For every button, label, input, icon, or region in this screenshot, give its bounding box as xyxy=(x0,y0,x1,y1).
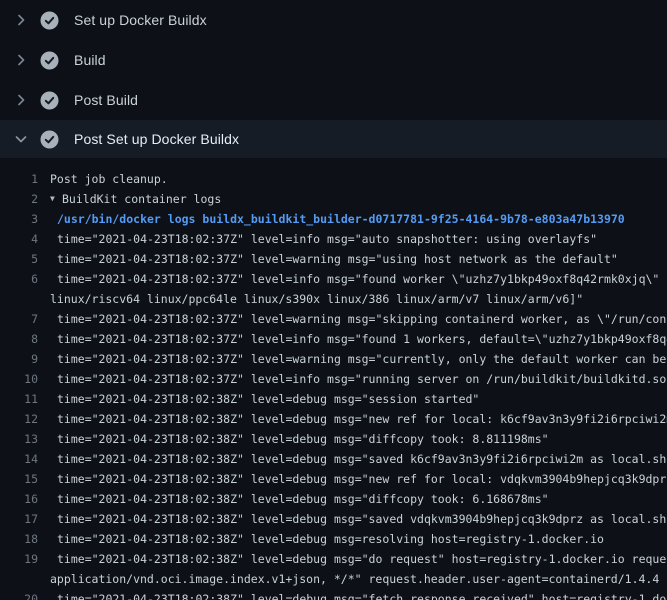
line-number[interactable]: 17 xyxy=(0,509,38,529)
log-text: time="2021-04-23T18:02:38Z" level=debug … xyxy=(57,589,667,600)
log-area: 1 Post job cleanup. 2 ▼ BuildKit contain… xyxy=(0,158,667,600)
line-number[interactable]: 6 xyxy=(0,269,38,289)
log-text: Post job cleanup. xyxy=(50,169,168,189)
chevron-right-icon xyxy=(12,91,30,109)
step-list: Set up Docker Buildx Build Post Build xyxy=(0,0,667,158)
log-row: 12 time="2021-04-23T18:02:38Z" level=deb… xyxy=(0,409,667,429)
line-number[interactable]: 9 xyxy=(0,349,38,369)
chevron-down-icon xyxy=(12,130,30,148)
log-row: 10 time="2021-04-23T18:02:37Z" level=inf… xyxy=(0,369,667,389)
log-row: 9 time="2021-04-23T18:02:37Z" level=warn… xyxy=(0,349,667,369)
check-circle-icon xyxy=(40,51,59,70)
log-text: time="2021-04-23T18:02:37Z" level=info m… xyxy=(57,229,597,249)
log-text: time="2021-04-23T18:02:38Z" level=debug … xyxy=(57,549,667,569)
line-number[interactable]: 12 xyxy=(0,409,38,429)
chevron-right-icon xyxy=(12,51,30,69)
line-number[interactable]: 10 xyxy=(0,369,38,389)
line-number[interactable]: 15 xyxy=(0,469,38,489)
log-text: /usr/bin/docker logs buildx_buildkit_bui… xyxy=(57,209,625,229)
log-text: time="2021-04-23T18:02:37Z" level=warnin… xyxy=(57,309,667,329)
log-text: time="2021-04-23T18:02:37Z" level=info m… xyxy=(57,329,667,349)
line-number[interactable]: 14 xyxy=(0,449,38,469)
line-number[interactable]: 18 xyxy=(0,529,38,549)
step-header-post-build[interactable]: Post Build xyxy=(0,80,667,120)
log-text: time="2021-04-23T18:02:37Z" level=warnin… xyxy=(57,249,618,269)
triangle-down-icon[interactable]: ▼ xyxy=(50,189,62,209)
log-row: 17 time="2021-04-23T18:02:38Z" level=deb… xyxy=(0,509,667,529)
log-text: application/vnd.oci.image.index.v1+json,… xyxy=(50,569,659,589)
line-number[interactable]: 13 xyxy=(0,429,38,449)
log-text: linux/riscv64 linux/ppc64le linux/s390x … xyxy=(50,289,583,309)
line-number[interactable]: 19 xyxy=(0,549,38,569)
log-text: time="2021-04-23T18:02:38Z" level=debug … xyxy=(57,489,549,509)
line-number xyxy=(0,289,38,309)
log-text: time="2021-04-23T18:02:38Z" level=debug … xyxy=(57,469,667,489)
log-text: time="2021-04-23T18:02:37Z" level=info m… xyxy=(57,369,667,389)
log-row: 13 time="2021-04-23T18:02:38Z" level=deb… xyxy=(0,429,667,449)
log-text: time="2021-04-23T18:02:38Z" level=debug … xyxy=(57,449,667,469)
log-text: time="2021-04-23T18:02:38Z" level=debug … xyxy=(57,509,667,529)
check-circle-icon xyxy=(40,11,59,30)
log-text: time="2021-04-23T18:02:38Z" level=debug … xyxy=(57,389,479,409)
line-number[interactable]: 8 xyxy=(0,329,38,349)
log-text: time="2021-04-23T18:02:38Z" level=debug … xyxy=(57,529,604,549)
line-number xyxy=(0,569,38,589)
log-text: time="2021-04-23T18:02:38Z" level=debug … xyxy=(57,429,549,449)
log-row: linux/riscv64 linux/ppc64le linux/s390x … xyxy=(0,289,667,309)
log-text: time="2021-04-23T18:02:38Z" level=debug … xyxy=(57,409,667,429)
log-row: 7 time="2021-04-23T18:02:37Z" level=warn… xyxy=(0,309,667,329)
line-number[interactable]: 20 xyxy=(0,589,38,600)
line-number[interactable]: 16 xyxy=(0,489,38,509)
log-row: 20 time="2021-04-23T18:02:38Z" level=deb… xyxy=(0,589,667,600)
line-number[interactable]: 2 xyxy=(0,189,38,209)
check-circle-icon xyxy=(40,130,59,149)
actions-log-panel: Set up Docker Buildx Build Post Build xyxy=(0,0,667,600)
log-row: 6 time="2021-04-23T18:02:37Z" level=info… xyxy=(0,269,667,289)
log-row: application/vnd.oci.image.index.v1+json,… xyxy=(0,569,667,589)
step-label: Build xyxy=(74,52,106,68)
step-label: Post Set up Docker Buildx xyxy=(74,131,239,147)
line-number[interactable]: 7 xyxy=(0,309,38,329)
line-number[interactable]: 3 xyxy=(0,209,38,229)
line-number[interactable]: 1 xyxy=(0,169,38,189)
log-row: 16 time="2021-04-23T18:02:38Z" level=deb… xyxy=(0,489,667,509)
log-row: 8 time="2021-04-23T18:02:37Z" level=info… xyxy=(0,329,667,349)
step-label: Post Build xyxy=(74,92,138,108)
line-number[interactable]: 11 xyxy=(0,389,38,409)
line-number[interactable]: 4 xyxy=(0,229,38,249)
step-header-set-up-docker-buildx[interactable]: Set up Docker Buildx xyxy=(0,0,667,40)
log-text: time="2021-04-23T18:02:37Z" level=warnin… xyxy=(57,349,667,369)
line-number[interactable]: 5 xyxy=(0,249,38,269)
log-row: 19 time="2021-04-23T18:02:38Z" level=deb… xyxy=(0,549,667,569)
log-row: 11 time="2021-04-23T18:02:38Z" level=deb… xyxy=(0,389,667,409)
log-row: 5 time="2021-04-23T18:02:37Z" level=warn… xyxy=(0,249,667,269)
log-text: time="2021-04-23T18:02:37Z" level=info m… xyxy=(57,269,667,289)
step-label: Set up Docker Buildx xyxy=(74,12,207,28)
step-header-build[interactable]: Build xyxy=(0,40,667,80)
log-row: 4 time="2021-04-23T18:02:37Z" level=info… xyxy=(0,229,667,249)
log-row: 18 time="2021-04-23T18:02:38Z" level=deb… xyxy=(0,529,667,549)
log-row: 2 ▼ BuildKit container logs xyxy=(0,189,667,209)
check-circle-icon xyxy=(40,91,59,110)
log-row: 14 time="2021-04-23T18:02:38Z" level=deb… xyxy=(0,449,667,469)
log-row: 15 time="2021-04-23T18:02:38Z" level=deb… xyxy=(0,469,667,489)
step-header-post-set-up-docker-buildx[interactable]: Post Set up Docker Buildx xyxy=(0,120,667,158)
log-text: BuildKit container logs xyxy=(62,189,221,209)
chevron-right-icon xyxy=(12,11,30,29)
log-row: 1 Post job cleanup. xyxy=(0,169,667,189)
log-row: 3 /usr/bin/docker logs buildx_buildkit_b… xyxy=(0,209,667,229)
